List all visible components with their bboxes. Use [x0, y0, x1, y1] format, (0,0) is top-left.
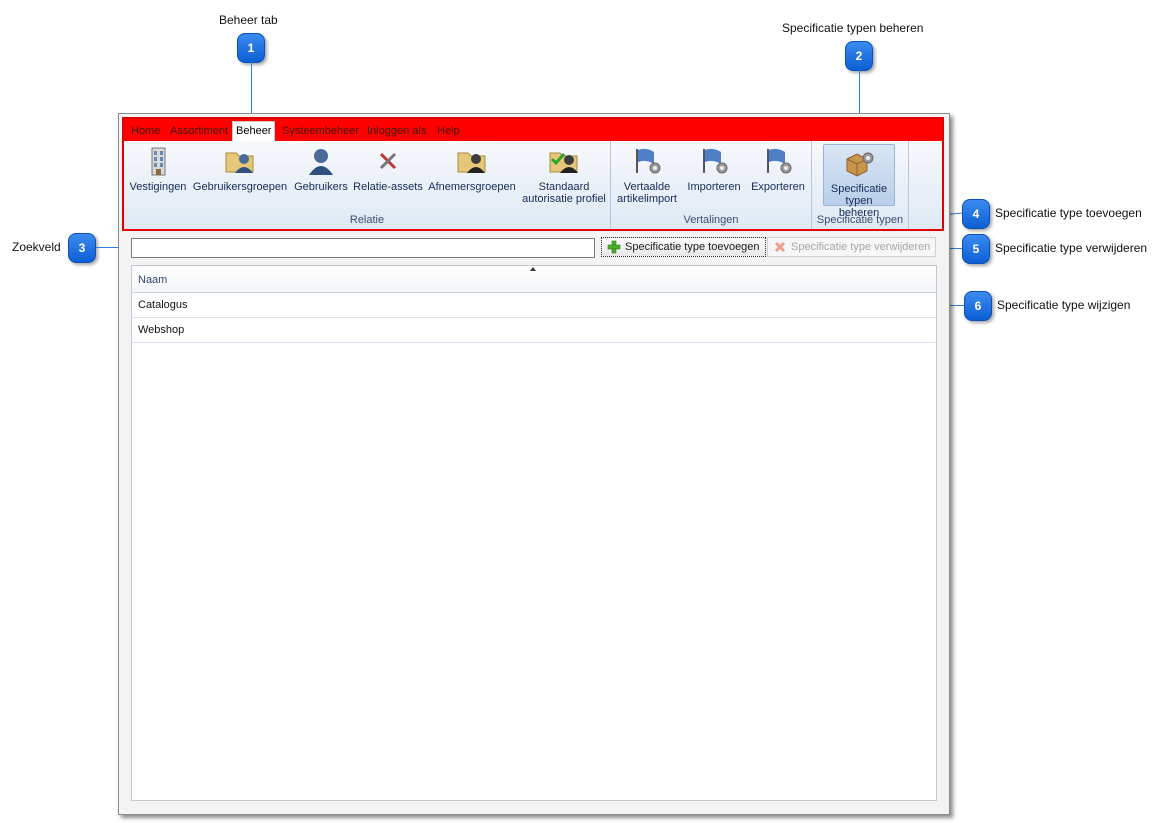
tools-icon	[379, 152, 397, 170]
relatie-assets-button[interactable]: Relatie-assets	[352, 145, 424, 193]
importeren-label: Importeren	[687, 181, 741, 193]
tab-bar: Home Assortiment Beheer Systeembeheer In…	[124, 119, 942, 141]
vestigingen-label: Vestigingen	[129, 181, 187, 193]
gebruikersgroepen-label: Gebruikersgroepen	[192, 181, 288, 193]
callout-label-3: Zoekveld	[12, 240, 61, 254]
callout-label-5: Specificatie type verwijderen	[995, 241, 1148, 255]
vestigingen-button[interactable]: Vestigingen	[128, 145, 188, 193]
box-gear-icon	[846, 152, 874, 177]
afnemersgroepen-button[interactable]: Afnemersgroepen	[427, 145, 517, 193]
user-icon	[309, 149, 333, 175]
ribbon: Home Assortiment Beheer Systeembeheer In…	[122, 117, 944, 231]
ribbon-body: Vestigingen Gebruikersgroepen Gebruikers	[124, 141, 942, 229]
table-row[interactable]: Catalogus	[132, 293, 936, 318]
callout-label-4: Specificatie type toevoegen	[995, 206, 1142, 220]
delete-x-icon	[774, 241, 786, 253]
column-header-naam[interactable]: Naam	[132, 266, 936, 293]
tab-beheer[interactable]: Beheer	[232, 121, 276, 141]
callout-badge-3: 3	[68, 233, 96, 263]
exporteren-label: Exporteren	[751, 181, 805, 193]
flag-gear-icon	[767, 148, 792, 174]
gebruikers-label: Gebruikers	[294, 181, 348, 193]
add-button-label: Specificatie type toevoegen	[625, 241, 760, 253]
callout-badge-4: 4	[962, 199, 990, 229]
row-cell-naam: Webshop	[138, 324, 185, 336]
importeren-button[interactable]: Importeren	[683, 145, 745, 193]
row-cell-naam: Catalogus	[138, 299, 188, 311]
callout-label-2: Specificatie typen beheren	[782, 21, 924, 35]
tab-home[interactable]: Home	[128, 122, 163, 141]
callout-label-6: Specificatie type wijzigen	[997, 298, 1131, 312]
tab-help[interactable]: Help	[434, 122, 463, 141]
building-icon	[151, 147, 166, 176]
callout-badge-6: 6	[964, 291, 992, 321]
gebruikersgroepen-button[interactable]: Gebruikersgroepen	[192, 145, 288, 193]
tab-assortiment[interactable]: Assortiment	[167, 122, 231, 141]
tab-inloggen-als[interactable]: Inloggen als	[364, 122, 429, 141]
autorisatie-profiel-label: autorisatie profiel	[522, 193, 606, 205]
relatie-assets-label: Relatie-assets	[353, 181, 423, 193]
app-window: Home Assortiment Beheer Systeembeheer In…	[118, 113, 950, 815]
user-group-folder-icon	[225, 152, 254, 173]
artikelimport-label: artikelimport	[617, 193, 677, 205]
table-row[interactable]: Webshop	[132, 318, 936, 343]
vertaalde-artikelimport-button[interactable]: Vertaalde artikelimport	[615, 145, 679, 205]
flag-gear-icon	[636, 148, 661, 174]
column-header-label: Naam	[138, 274, 168, 286]
group-specificatie-typen: Specificatie typen beheren Specificatie …	[812, 141, 909, 229]
add-specification-type-button[interactable]: Specificatie type toevoegen	[601, 237, 766, 257]
afnemersgroepen-label: Afnemersgroepen	[428, 181, 516, 193]
plus-icon	[607, 240, 621, 254]
vertaalde-label: Vertaalde	[623, 181, 671, 193]
search-input[interactable]	[131, 238, 595, 258]
callout-badge-5: 5	[962, 234, 990, 264]
group-label-specificatie-typen: Specificatie typen	[816, 214, 904, 226]
specification-types-grid: Naam Catalogus Webshop	[131, 265, 937, 801]
group-label-relatie: Relatie	[349, 214, 385, 226]
authorization-profile-icon	[549, 152, 578, 173]
callout-line-1	[251, 62, 252, 120]
standaard-autorisatie-profiel-button[interactable]: Standaard autorisatie profiel	[520, 145, 608, 205]
callout-badge-1: 1	[237, 33, 265, 63]
delete-specification-type-button[interactable]: Specificatie type verwijderen	[767, 237, 937, 257]
callout-label-1: Beheer tab	[219, 13, 278, 27]
flag-gear-icon	[703, 148, 728, 174]
exporteren-button[interactable]: Exporteren	[747, 145, 809, 193]
specificatie-label: Specificatie	[830, 183, 888, 195]
group-relatie: Vestigingen Gebruikersgroepen Gebruikers	[124, 141, 611, 229]
customer-group-folder-icon	[457, 152, 486, 173]
specificatie-typen-beheren-button[interactable]: Specificatie typen beheren	[823, 144, 895, 219]
delete-button-label: Specificatie type verwijderen	[791, 241, 931, 253]
group-vertalingen: Vertaalde artikelimport Importeren Expor…	[611, 141, 812, 229]
gebruikers-button[interactable]: Gebruikers	[292, 145, 350, 193]
group-label-vertalingen: Vertalingen	[683, 214, 739, 226]
tab-systeembeheer[interactable]: Systeembeheer	[279, 122, 362, 141]
callout-badge-2: 2	[845, 41, 873, 71]
standaard-label: Standaard	[538, 181, 590, 193]
sort-arrow-icon	[530, 267, 536, 271]
